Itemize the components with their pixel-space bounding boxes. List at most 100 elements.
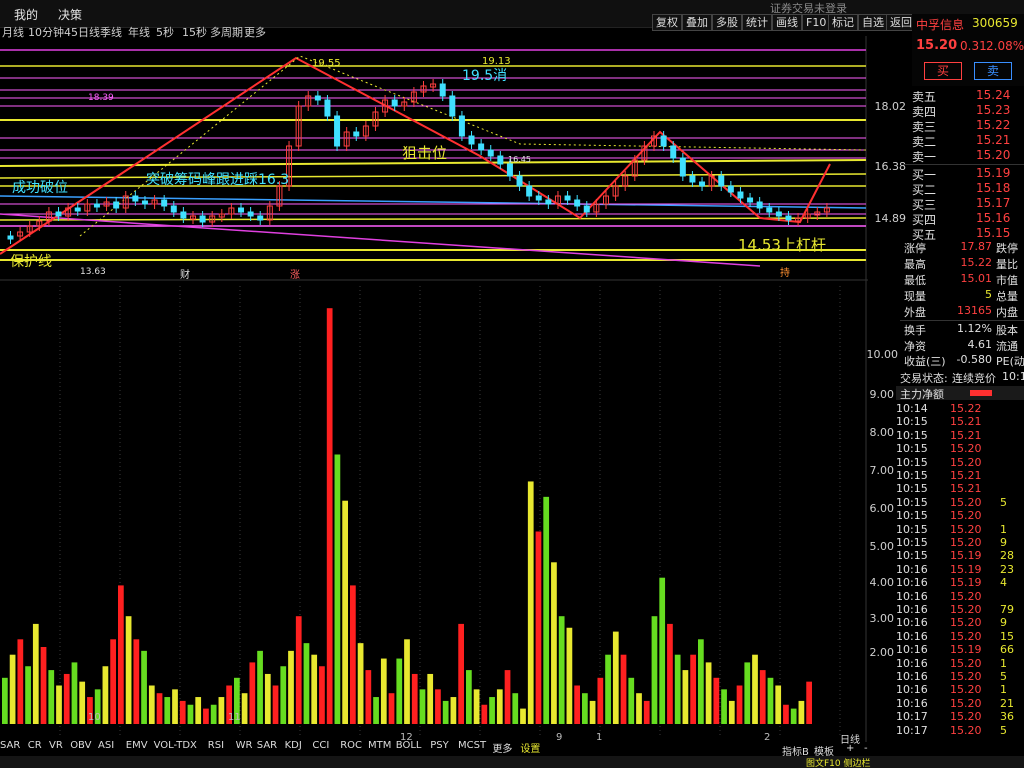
stat-row: 收益(三) -0.580 PE(动) <box>900 353 1024 369</box>
tick-row: 10:15 15.20 1 <box>892 523 1024 536</box>
axis-label: 5.00 <box>869 540 895 553</box>
tick-volume: 66 <box>1000 643 1014 657</box>
tick-price: 15.19 <box>950 562 982 576</box>
volume-bar <box>203 708 209 724</box>
order-price: 15.15 <box>976 226 1011 240</box>
indicator-tab[interactable]: CR <box>28 740 42 751</box>
volume-bar <box>752 654 758 724</box>
indicator-tab[interactable]: ROC <box>340 740 362 751</box>
stat-key: 最高 <box>904 258 926 271</box>
indicator-tab[interactable]: EMV <box>126 740 148 751</box>
indicator-tab[interactable]: RSI <box>208 740 224 751</box>
tick-price: 15.20 <box>950 589 982 603</box>
indicator-tab[interactable]: MCST <box>458 740 486 751</box>
order-row[interactable]: 买三 15.17 <box>904 196 1024 212</box>
stat-key: 涨停 <box>904 242 926 255</box>
tick-price: 15.20 <box>950 442 982 456</box>
stat-key-2: 市值 <box>996 274 1018 287</box>
tick-time: 10:15 <box>896 495 928 509</box>
tick-list[interactable]: 10:14 15.22 10:15 15.21 10:15 15.21 10:15 15.20… <box>892 402 1024 750</box>
order-row[interactable]: 卖二 15.21 <box>904 133 1024 149</box>
indicator-tab[interactable]: SAR <box>0 740 20 751</box>
stat-value: 17.87 <box>960 240 993 253</box>
buy-button[interactable]: 买 <box>924 62 962 80</box>
indicator-tab[interactable]: VR <box>49 740 63 751</box>
indicator-tab[interactable]: 设置 <box>520 740 540 755</box>
candle-body <box>775 211 782 217</box>
indicator-tab[interactable]: BOLL <box>396 740 422 751</box>
volume-bar <box>334 454 341 724</box>
volume-bar <box>311 654 318 724</box>
tick-time: 10:15 <box>896 522 928 536</box>
indicator-tab[interactable]: OBV <box>70 740 91 751</box>
volume-bar <box>264 673 271 724</box>
date-label: 2 <box>764 732 770 742</box>
multi-stock-button[interactable]: 多股 <box>712 14 742 31</box>
candle-body <box>747 197 754 203</box>
volume-grid <box>59 286 841 736</box>
order-row[interactable]: 卖五 15.24 <box>904 88 1024 104</box>
indicator-tab[interactable]: CCI <box>312 740 329 751</box>
stock-stats: 涨停 17.87 跌停 最高 15.22 量比 最低 15.01 市值 现量 5 总量 外盘 13… <box>900 240 1024 368</box>
indicator-tab[interactable]: PSY <box>430 740 449 751</box>
annotation-19-55: 19.55 <box>312 58 341 69</box>
fuquan-button[interactable]: 复权 <box>652 14 682 31</box>
annotation-19-13: 19.13 <box>482 56 511 67</box>
stat-row: 换手 1.12% 股本 <box>900 322 1024 338</box>
volume-bar <box>164 697 171 724</box>
main-flow-indicator <box>970 390 992 396</box>
indicator-tab[interactable]: WR <box>236 740 253 751</box>
marker-chi: 持 <box>780 266 790 279</box>
tick-price: 15.19 <box>950 643 982 657</box>
indicator-tab[interactable]: VOL-TDX <box>154 740 197 751</box>
tick-price: 15.21 <box>950 415 982 429</box>
tick-time: 10:15 <box>896 442 928 456</box>
candle-body <box>766 207 773 213</box>
tick-price: 15.19 <box>950 549 982 563</box>
volume-bar <box>118 585 124 724</box>
tick-row: 10:15 15.20 <box>892 509 1024 522</box>
order-row[interactable]: 卖三 15.22 <box>904 118 1024 134</box>
status-left-text[interactable]: 图文F10 侧边栏 <box>806 756 871 768</box>
tick-time: 10:16 <box>896 696 928 710</box>
indicator-tab[interactable]: ASI <box>98 740 114 751</box>
overlay-button[interactable]: 叠加 <box>682 14 712 31</box>
candle-body <box>132 195 139 202</box>
indicator-tab[interactable]: KDJ <box>285 740 302 751</box>
main-flow-bar: 主力净额 <box>896 386 1024 401</box>
candle-body <box>458 115 465 137</box>
price-chart[interactable]: 19.55 19.13 19.5消 18.39 狙击位 16.45 突破筹码峰跟… <box>0 36 868 743</box>
volume-bar <box>496 689 503 724</box>
volume-bar <box>218 697 225 724</box>
menu-my[interactable]: 我的 <box>14 6 38 23</box>
tick-price: 15.21 <box>950 482 982 496</box>
mark-button[interactable]: 标记 <box>828 14 858 31</box>
tick-price: 15.22 <box>950 402 982 415</box>
indicator-tab[interactable]: 更多 <box>492 740 512 755</box>
candle-body <box>391 99 398 107</box>
indicator-tab[interactable]: MTM <box>368 740 391 751</box>
volume-bar <box>187 704 194 724</box>
sell-button[interactable]: 卖 <box>974 62 1012 80</box>
candle-body <box>583 205 590 213</box>
menu-decision[interactable]: 决策 <box>58 6 82 23</box>
order-row[interactable]: 买四 15.16 <box>904 211 1024 227</box>
order-row[interactable]: 卖四 15.23 <box>904 103 1024 119</box>
volume-bar <box>56 685 62 724</box>
f10-button[interactable]: F10 <box>802 14 831 31</box>
chart-canvas: 19.55 19.13 19.5消 18.39 狙击位 16.45 突破筹码峰跟… <box>0 36 868 743</box>
zoom-out-button[interactable]: - <box>864 743 868 754</box>
indicator-tab[interactable]: SAR <box>257 740 277 751</box>
volume-bar <box>373 697 379 724</box>
order-row[interactable]: 买二 15.18 <box>904 181 1024 197</box>
stats-button[interactable]: 统计 <box>742 14 772 31</box>
period-daily-label: 日线 <box>840 735 860 746</box>
volume-bar <box>125 616 132 724</box>
watchlist-button[interactable]: 自选 <box>858 14 888 31</box>
tick-time: 10:16 <box>896 656 928 670</box>
draw-line-button[interactable]: 画线 <box>772 14 802 31</box>
candle-body <box>180 211 187 219</box>
order-row[interactable]: 卖一 15.20 <box>904 148 1024 164</box>
candle-body <box>257 215 264 221</box>
order-row[interactable]: 买一 15.19 <box>904 166 1024 182</box>
